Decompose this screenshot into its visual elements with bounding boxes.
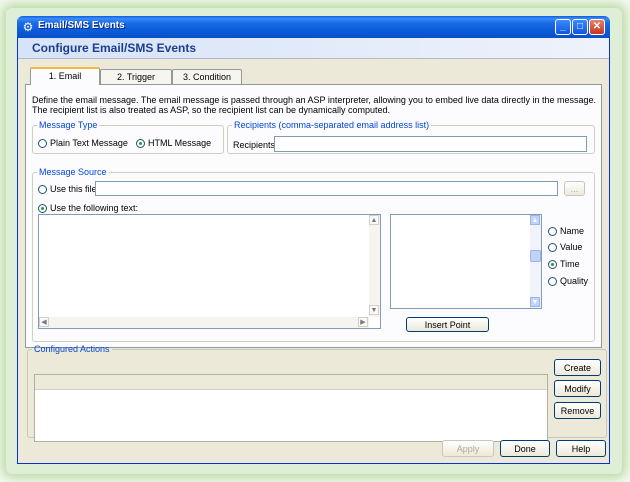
tab-trigger-label: 2. Trigger: [116, 72, 156, 82]
recipients-input[interactable]: [274, 136, 587, 152]
message-text-area[interactable]: ▲ ▼ ◀ ▶: [38, 214, 381, 329]
recipients-legend: Recipients (comma-separated email addres…: [234, 120, 430, 130]
email-tab-panel: Define the email message. The email mess…: [25, 84, 602, 348]
recipients-group: Recipients (comma-separated email addres…: [227, 120, 595, 154]
html-message-radio-dot: [136, 138, 145, 148]
field-quality-radio[interactable]: Quality: [548, 276, 588, 286]
field-list[interactable]: ▲ ▼: [390, 214, 542, 309]
configured-actions-list-header: [35, 375, 547, 390]
close-button[interactable]: ✕: [589, 19, 605, 35]
gear-icon: ⚙: [22, 20, 34, 34]
plain-text-radio-dot: [38, 138, 47, 148]
browse-button[interactable]: ...: [564, 181, 585, 196]
message-source-group: Message Source Use this file: ... Use th…: [32, 167, 595, 342]
maximize-button[interactable]: □: [572, 19, 588, 35]
message-type-group: Message Type Plain Text Message HTML Mes…: [32, 120, 224, 154]
field-time-radio[interactable]: Time: [548, 259, 580, 269]
use-file-radio-dot: [38, 184, 47, 194]
field-value-radio-dot: [548, 242, 557, 252]
configured-actions-list[interactable]: [34, 374, 548, 442]
message-type-legend: Message Type: [39, 120, 98, 130]
field-time-label: Time: [560, 259, 580, 269]
field-list-scrollbar[interactable]: ▲ ▼: [530, 215, 541, 308]
help-button[interactable]: Help: [556, 440, 606, 457]
field-value-radio[interactable]: Value: [548, 242, 582, 252]
tab-condition[interactable]: 3. Condition: [172, 69, 242, 85]
text-horizontal-scrollbar[interactable]: ◀ ▶: [39, 317, 369, 328]
text-vertical-scrollbar[interactable]: ▲ ▼: [369, 215, 380, 317]
tab-email-label: 1. Email: [48, 71, 82, 81]
field-list-up-arrow[interactable]: ▲: [530, 215, 540, 225]
tab-condition-label: 3. Condition: [182, 72, 232, 82]
create-button[interactable]: Create: [554, 359, 601, 376]
email-description: Define the email message. The email mess…: [32, 95, 596, 115]
configured-actions-legend: Configured Actions: [34, 344, 110, 354]
done-button[interactable]: Done: [500, 440, 550, 457]
message-source-legend: Message Source: [39, 167, 107, 177]
field-name-label: Name: [560, 226, 585, 236]
field-value-label: Value: [560, 242, 583, 252]
page-title: Configure Email/SMS Events: [32, 41, 197, 55]
use-text-label: Use the following text:: [50, 203, 139, 213]
use-file-radio[interactable]: Use this file:: [38, 184, 99, 194]
field-name-radio[interactable]: Name: [548, 226, 584, 236]
use-text-radio[interactable]: Use the following text:: [38, 203, 138, 213]
close-icon: ✕: [592, 21, 602, 32]
field-quality-radio-dot: [548, 276, 557, 286]
modify-button[interactable]: Modify: [554, 380, 601, 397]
remove-button[interactable]: Remove: [554, 402, 601, 419]
use-text-radio-dot: [38, 203, 47, 213]
header-band: Configure Email/SMS Events: [18, 38, 609, 59]
plain-text-label: Plain Text Message: [50, 138, 128, 148]
minimize-button[interactable]: _: [555, 19, 571, 35]
scroll-right-arrow[interactable]: ▶: [358, 317, 368, 327]
field-time-radio-dot: [548, 259, 557, 269]
email-sms-events-window: ⚙ Email/SMS Events _ □ ✕ Configure Email…: [17, 16, 610, 464]
html-message-radio[interactable]: HTML Message: [136, 138, 211, 148]
apply-button[interactable]: Apply: [442, 440, 494, 457]
title-bar[interactable]: ⚙ Email/SMS Events _ □ ✕: [17, 16, 610, 38]
recipients-label: Recipients:: [233, 140, 278, 150]
maximize-icon: □: [576, 21, 584, 32]
window-title: Email/SMS Events: [38, 20, 125, 31]
scroll-down-arrow[interactable]: ▼: [369, 305, 379, 315]
file-path-input[interactable]: [95, 181, 558, 196]
scroll-up-arrow[interactable]: ▲: [369, 215, 379, 225]
field-quality-label: Quality: [560, 276, 589, 286]
tab-email[interactable]: 1. Email: [30, 67, 100, 85]
scroll-left-arrow[interactable]: ◀: [39, 317, 49, 327]
use-file-label: Use this file:: [50, 184, 100, 194]
insert-point-button[interactable]: Insert Point: [406, 317, 489, 332]
minimize-icon: _: [560, 21, 566, 32]
field-name-radio-dot: [548, 226, 557, 236]
tab-trigger[interactable]: 2. Trigger: [100, 69, 172, 85]
html-message-label: HTML Message: [148, 138, 212, 148]
field-list-scroll-thumb[interactable]: [530, 250, 541, 262]
plain-text-radio[interactable]: Plain Text Message: [38, 138, 128, 148]
field-list-down-arrow[interactable]: ▼: [530, 297, 540, 307]
